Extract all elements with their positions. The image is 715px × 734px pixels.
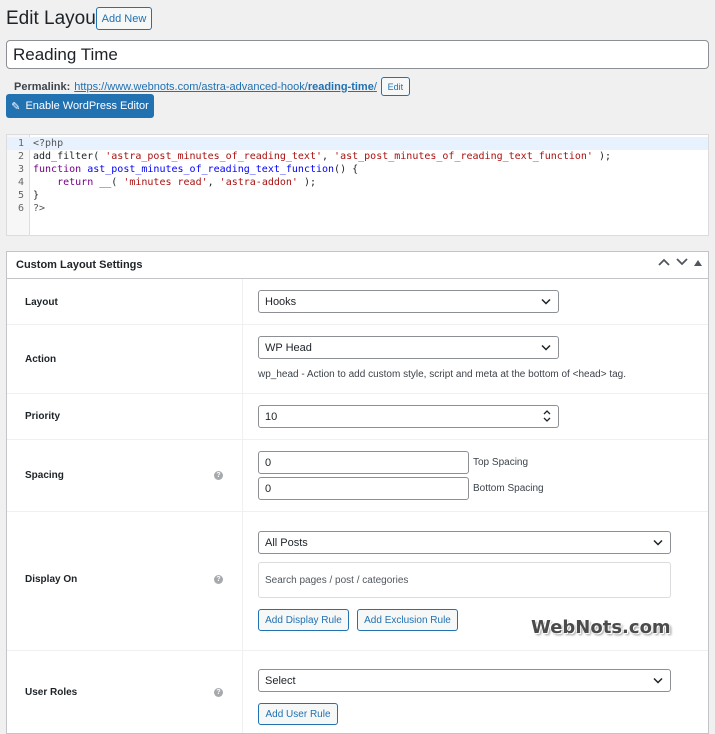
- chevron-down-icon: [653, 537, 663, 548]
- line-number: 5: [17, 190, 24, 201]
- permalink-edit-button[interactable]: Edit: [380, 77, 410, 96]
- pencil-icon: ✎: [11, 100, 21, 113]
- chevron-down-icon: [541, 296, 551, 307]
- bottom-spacing-input[interactable]: 0: [258, 477, 469, 500]
- priority-number-input[interactable]: 10: [258, 405, 559, 428]
- code-line[interactable]: 1 <?php: [7, 137, 708, 150]
- bottom-spacing-value: 0: [265, 482, 272, 495]
- spacing-label: Spacing: [25, 470, 64, 481]
- action-row: Action WP Head wp_head - Action to add c…: [7, 325, 708, 394]
- action-select-value: WP Head: [265, 341, 312, 354]
- user-roles-row: User Roles ? Select Add User Rule: [7, 651, 708, 733]
- add-new-button[interactable]: Add New: [96, 7, 152, 30]
- triangle-up-icon[interactable]: [694, 257, 702, 269]
- panel-header: Custom Layout Settings: [7, 252, 708, 279]
- chevron-down-icon[interactable]: [676, 257, 688, 269]
- layout-select[interactable]: Hooks: [258, 290, 559, 313]
- display-on-label: Display On: [25, 574, 78, 585]
- code-line[interactable]: 5}: [7, 189, 708, 202]
- layout-row: Layout Hooks: [7, 279, 708, 325]
- top-spacing-value: 0: [265, 456, 272, 469]
- user-roles-select[interactable]: Select: [258, 669, 671, 692]
- panel-title: Custom Layout Settings: [16, 259, 143, 271]
- top-spacing-label: Top Spacing: [473, 457, 529, 468]
- top-spacing-input[interactable]: 0: [258, 451, 469, 474]
- line-number: 6: [17, 203, 24, 214]
- custom-layout-settings-panel: Custom Layout Settings Layout Hooks Acti…: [6, 251, 709, 734]
- priority-row: Priority 10: [7, 394, 708, 440]
- line-number: 1: [17, 138, 24, 149]
- help-icon[interactable]: ?: [214, 688, 223, 697]
- action-description: wp_head - Action to add custom style, sc…: [258, 369, 626, 380]
- action-select[interactable]: WP Head: [258, 336, 559, 359]
- chevron-down-icon: [541, 342, 551, 353]
- user-roles-label: User Roles: [25, 687, 78, 698]
- permalink-label: Permalink:: [14, 80, 71, 93]
- code-line[interactable]: 4 return __( 'minutes read', 'astra-addo…: [7, 176, 708, 189]
- search-placeholder: Search pages / post / categories: [265, 574, 409, 586]
- chevron-up-icon[interactable]: [658, 257, 670, 269]
- user-roles-select-value: Select: [265, 674, 296, 687]
- display-on-select[interactable]: All Posts: [258, 531, 671, 554]
- code-line[interactable]: 6 ?>: [7, 202, 708, 215]
- post-title-input[interactable]: Reading Time: [6, 40, 709, 69]
- permalink-slug[interactable]: reading-time: [308, 81, 374, 93]
- help-icon[interactable]: ?: [214, 471, 223, 480]
- priority-value: 10: [265, 410, 278, 423]
- action-label: Action: [25, 354, 57, 365]
- page-title: Edit Layout: [6, 8, 102, 29]
- webnots-watermark: WebNots.com: [531, 617, 671, 638]
- stepper-icon[interactable]: [543, 409, 551, 426]
- display-on-select-value: All Posts: [265, 536, 308, 549]
- layout-select-value: Hooks: [265, 295, 297, 308]
- spacing-row: Spacing ? 0 Top Spacing 0 Bottom Spacing: [7, 440, 708, 512]
- bottom-spacing-label: Bottom Spacing: [473, 483, 544, 494]
- code-line[interactable]: 3 function ast_post_minutes_of_reading_te…: [7, 163, 708, 176]
- priority-label: Priority: [25, 411, 61, 422]
- enable-wp-editor-label: Enable WordPress Editor: [25, 100, 149, 112]
- code-line[interactable]: 2 add_filter( 'astra_post_minutes_of_read…: [7, 150, 708, 163]
- line-number: 4: [17, 177, 24, 188]
- code-editor[interactable]: 1 <?php 2 add_filter( 'astra_post_minutes_…: [6, 134, 709, 236]
- display-on-search-input[interactable]: Search pages / post / categories: [258, 562, 671, 598]
- permalink-link[interactable]: https://www.webnots.com/astra-advanced-h…: [74, 81, 377, 93]
- layout-label: Layout: [25, 297, 58, 308]
- chevron-down-icon: [653, 675, 663, 686]
- line-number: 2: [17, 151, 24, 162]
- line-number: 3: [17, 164, 24, 175]
- add-display-rule-button[interactable]: Add Display Rule: [258, 609, 349, 631]
- add-user-rule-button[interactable]: Add User Rule: [258, 703, 338, 725]
- enable-wp-editor-button[interactable]: ✎ Enable WordPress Editor: [6, 94, 154, 118]
- help-icon[interactable]: ?: [214, 575, 223, 584]
- add-exclusion-rule-button[interactable]: Add Exclusion Rule: [357, 609, 458, 631]
